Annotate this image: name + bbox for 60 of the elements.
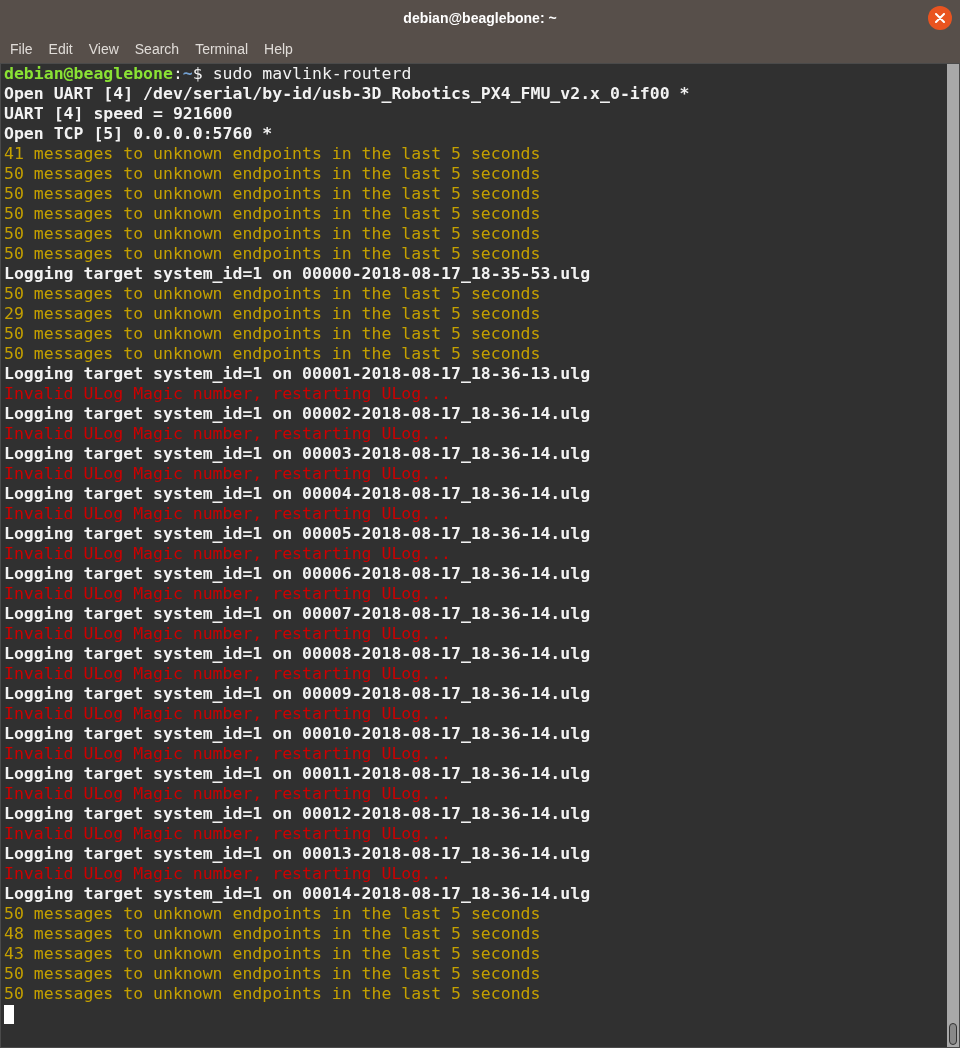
warning-line: 50 messages to unknown endpoints in the last 5 seconds	[4, 344, 542, 364]
menu-item[interactable]: Search	[126, 39, 188, 60]
error-line: Invalid ULog Magic number, restarting ULog...	[4, 824, 453, 844]
warning-line: 50 messages to unknown endpoints in the last 5 seconds	[4, 244, 542, 264]
error-line: Invalid ULog Magic number, restarting ULog...	[4, 384, 453, 404]
error-line: Invalid ULog Magic number, restarting ULog...	[4, 864, 453, 884]
output-line: Logging target system_id=1 on 00007-2018-08-17_18-36-14.ulg	[4, 604, 592, 624]
output-line: Logging target system_id=1 on 00002-2018-08-17_18-36-14.ulg	[4, 404, 592, 424]
menu-item[interactable]: Edit	[40, 39, 81, 60]
error-line: Invalid ULog Magic number, restarting ULog...	[4, 624, 453, 644]
output-line: Logging target system_id=1 on 00014-2018-08-17_18-36-14.ulg	[4, 884, 592, 904]
warning-line: 50 messages to unknown endpoints in the last 5 seconds	[4, 904, 542, 924]
output-line: Logging target system_id=1 on 00003-2018-08-17_18-36-14.ulg	[4, 444, 592, 464]
window-title: debian@beaglebone: ~	[403, 8, 557, 28]
scrollbar[interactable]	[947, 64, 959, 1047]
output-line: Logging target system_id=1 on 00004-2018-08-17_18-36-14.ulg	[4, 484, 592, 504]
output-line: Logging target system_id=1 on 00009-2018-08-17_18-36-14.ulg	[4, 684, 592, 704]
output-line: Open UART [4] /dev/serial/by-id/usb-3D_Robotics_PX4_FMU_v2.x_0-if00 *	[4, 84, 691, 104]
close-icon	[935, 13, 945, 23]
warning-line: 50 messages to unknown endpoints in the last 5 seconds	[4, 284, 542, 304]
menu-item[interactable]: View	[80, 39, 127, 60]
cursor	[4, 1004, 14, 1024]
menu-item[interactable]: File	[2, 39, 41, 60]
error-line: Invalid ULog Magic number, restarting ULog...	[4, 704, 453, 724]
output-line: Open TCP [5] 0.0.0.0:5760 *	[4, 124, 274, 144]
warning-line: 50 messages to unknown endpoints in the last 5 seconds	[4, 964, 542, 984]
command-prompt-line: debian@beaglebone:~$ sudo mavlink-routerd	[4, 64, 413, 84]
output-line: Logging target system_id=1 on 00012-2018-08-17_18-36-14.ulg	[4, 804, 592, 824]
warning-line: 50 messages to unknown endpoints in the last 5 seconds	[4, 164, 542, 184]
error-line: Invalid ULog Magic number, restarting ULog...	[4, 504, 453, 524]
output-line: Logging target system_id=1 on 00010-2018-08-17_18-36-14.ulg	[4, 724, 592, 744]
error-line: Invalid ULog Magic number, restarting ULog...	[4, 664, 453, 684]
warning-line: 41 messages to unknown endpoints in the last 5 seconds	[4, 144, 542, 164]
warning-line: 50 messages to unknown endpoints in the last 5 seconds	[4, 204, 542, 224]
error-line: Invalid ULog Magic number, restarting ULog...	[4, 544, 453, 564]
close-button[interactable]	[928, 6, 952, 30]
error-line: Invalid ULog Magic number, restarting ULog...	[4, 584, 453, 604]
menu-item[interactable]: Terminal	[187, 39, 257, 60]
warning-line: 50 messages to unknown endpoints in the last 5 seconds	[4, 184, 542, 204]
output-line: Logging target system_id=1 on 00013-2018-08-17_18-36-14.ulg	[4, 844, 592, 864]
output-line: Logging target system_id=1 on 00006-2018-08-17_18-36-14.ulg	[4, 564, 592, 584]
output-line: UART [4] speed = 921600	[4, 104, 234, 124]
error-line: Invalid ULog Magic number, restarting ULog...	[4, 784, 453, 804]
warning-line: 48 messages to unknown endpoints in the last 5 seconds	[4, 924, 542, 944]
output-line: Logging target system_id=1 on 00001-2018-08-17_18-36-13.ulg	[4, 364, 592, 384]
output-line: Logging target system_id=1 on 00000-2018-08-17_18-35-53.ulg	[4, 264, 592, 284]
output-line: Logging target system_id=1 on 00011-2018-08-17_18-36-14.ulg	[4, 764, 592, 784]
warning-line: 50 messages to unknown endpoints in the last 5 seconds	[4, 224, 542, 244]
output-line: Logging target system_id=1 on 00005-2018-08-17_18-36-14.ulg	[4, 524, 592, 544]
error-line: Invalid ULog Magic number, restarting ULog...	[4, 464, 453, 484]
warning-line: 43 messages to unknown endpoints in the last 5 seconds	[4, 944, 542, 964]
error-line: Invalid ULog Magic number, restarting ULog...	[4, 424, 453, 444]
menu-item[interactable]: Help	[256, 39, 301, 60]
output-line: Logging target system_id=1 on 00008-2018-08-17_18-36-14.ulg	[4, 644, 592, 664]
error-line: Invalid ULog Magic number, restarting ULog...	[4, 744, 453, 764]
warning-line: 50 messages to unknown endpoints in the last 5 seconds	[4, 984, 542, 1004]
warning-line: 50 messages to unknown endpoints in the last 5 seconds	[4, 324, 542, 344]
scrollbar-thumb[interactable]	[949, 1023, 957, 1045]
warning-line: 29 messages to unknown endpoints in the last 5 seconds	[4, 304, 542, 324]
terminal-area[interactable]	[0, 63, 960, 1048]
